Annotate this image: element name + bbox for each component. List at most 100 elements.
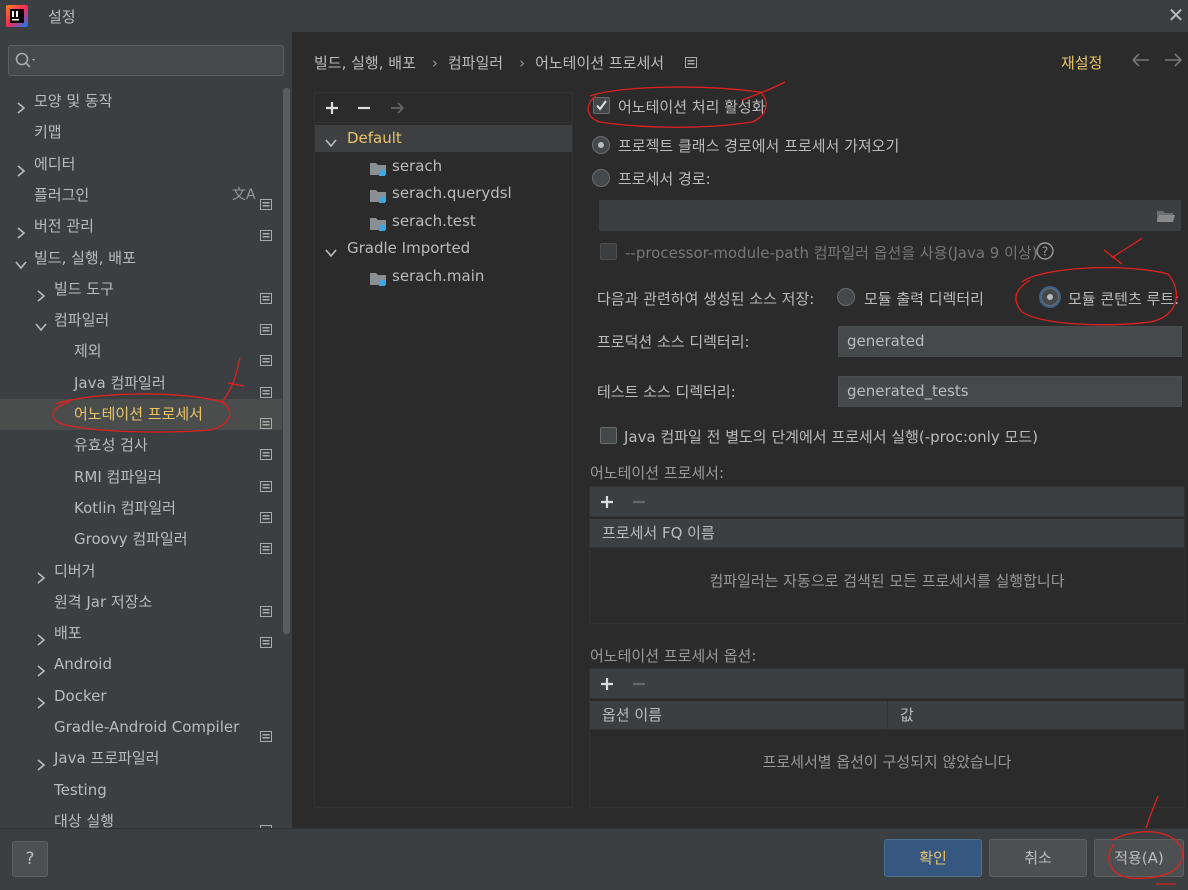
breadcrumb-item[interactable]: 빌드, 실행, 배포 xyxy=(314,54,416,72)
sidebar-item[interactable]: Gradle-Android Compiler xyxy=(0,712,282,743)
sidebar-item-label: Testing xyxy=(54,780,107,799)
processor-path-field[interactable] xyxy=(599,200,1181,231)
production-dir-field[interactable]: generated xyxy=(838,326,1182,357)
project-settings-icon xyxy=(260,503,272,523)
sidebar-item[interactable]: Java 프로파일러 xyxy=(0,743,282,774)
enable-processing-checkbox[interactable] xyxy=(593,97,610,114)
sidebar-item[interactable]: 에디터 xyxy=(0,149,282,180)
cancel-button[interactable]: 취소 xyxy=(989,839,1087,877)
sidebar-item[interactable]: Testing xyxy=(0,775,282,806)
processors-section-title: 어노테이션 프로세서: xyxy=(590,464,725,482)
sidebar-item-label: Java 프로파일러 xyxy=(54,749,160,768)
sidebar-item[interactable]: Groovy 컴파일러 xyxy=(0,524,282,555)
add-option-icon[interactable] xyxy=(599,676,615,692)
chevron-down-icon[interactable] xyxy=(324,242,338,258)
sidebar-item[interactable]: 원격 Jar 저장소 xyxy=(0,587,282,618)
remove-option-icon[interactable] xyxy=(631,676,647,692)
sidebar-item[interactable]: 플러그인 文A xyxy=(0,180,282,211)
store-module-output-radio[interactable] xyxy=(837,288,855,306)
breadcrumb-separator: › xyxy=(519,54,526,72)
chevron-down-icon[interactable] xyxy=(14,252,28,269)
chevron-down-icon[interactable] xyxy=(324,132,338,148)
back-arrow-icon[interactable] xyxy=(1130,50,1152,70)
chevron-right-icon[interactable] xyxy=(14,95,28,114)
module-label: serach xyxy=(392,156,443,175)
sidebar-item[interactable]: 배포 xyxy=(0,618,282,649)
sidebar-item[interactable]: 어노테이션 프로세서 xyxy=(0,399,282,430)
project-settings-icon xyxy=(260,221,272,242)
module-path-checkbox[interactable] xyxy=(600,243,617,260)
sidebar-item[interactable]: 빌드 도구 xyxy=(0,274,282,305)
module-row[interactable]: serach.querydsl xyxy=(315,180,572,207)
sidebar-item[interactable]: 컴파일러 xyxy=(0,305,282,336)
processors-empty-text: 컴파일러는 자동으로 검색된 모든 프로세서를 실행합니다 xyxy=(709,572,1065,590)
chevron-right-icon[interactable] xyxy=(34,658,48,678)
chevron-right-icon[interactable] xyxy=(34,565,48,584)
folder-open-icon[interactable] xyxy=(1156,208,1176,224)
translate-icon: 文A xyxy=(232,186,256,203)
sidebar-item[interactable]: 유효성 검사 xyxy=(0,430,282,461)
move-right-icon[interactable] xyxy=(389,100,405,116)
sidebar-item-label: Docker xyxy=(54,686,107,705)
project-settings-icon xyxy=(260,472,272,492)
chevron-right-icon[interactable] xyxy=(34,627,48,646)
sidebar-item[interactable]: Java 컴파일러 xyxy=(0,368,282,399)
module-group-row[interactable]: Default xyxy=(315,125,572,152)
store-sources-label: 다음과 관련하여 생성된 소스 저장: xyxy=(597,290,815,308)
remove-processor-icon[interactable] xyxy=(631,494,647,510)
forward-arrow-icon[interactable] xyxy=(1162,50,1184,70)
option-name-column-header[interactable]: 옵션 이름 xyxy=(590,701,888,730)
sidebar-item[interactable]: 키맵 xyxy=(0,117,282,148)
intellij-logo-icon xyxy=(6,5,28,27)
chevron-down-icon[interactable] xyxy=(34,314,48,332)
window-title: 설정 xyxy=(48,8,76,26)
module-group-row[interactable]: Gradle Imported xyxy=(315,235,572,262)
sidebar-item[interactable]: 버전 관리 xyxy=(0,211,282,242)
from-classpath-radio[interactable] xyxy=(592,136,610,154)
project-settings-icon xyxy=(260,284,272,304)
add-processor-icon[interactable] xyxy=(599,494,615,510)
sidebar-item[interactable]: RMI 컴파일러 xyxy=(0,462,282,493)
module-row[interactable]: serach.main xyxy=(315,263,572,290)
proc-only-checkbox[interactable] xyxy=(600,427,617,444)
sidebar-item[interactable]: 제외 xyxy=(0,336,282,367)
sidebar-item[interactable]: Kotlin 컴파일러 xyxy=(0,493,282,524)
project-settings-icon xyxy=(260,816,272,836)
module-folder-icon xyxy=(369,159,387,176)
chevron-right-icon[interactable] xyxy=(34,283,48,302)
sidebar-item[interactable]: 모양 및 동작 xyxy=(0,86,282,117)
sidebar-item[interactable]: Android xyxy=(0,649,282,680)
store-module-content-label: 모듈 콘텐츠 루트: xyxy=(1068,290,1180,308)
reset-link[interactable]: 재설정 xyxy=(1061,52,1102,73)
module-label: serach.querydsl xyxy=(392,184,512,202)
processor-path-radio[interactable] xyxy=(592,169,610,187)
processors-column-header[interactable]: 프로세서 FQ 이름 xyxy=(590,519,1184,548)
sidebar-item[interactable]: 빌드, 실행, 배포 xyxy=(0,243,282,274)
sidebar-item[interactable]: 디버거 xyxy=(0,556,282,587)
sidebar-item-label: Groovy 컴파일러 xyxy=(74,530,188,549)
apply-button[interactable]: 적용(A) xyxy=(1094,839,1184,877)
add-icon[interactable] xyxy=(324,100,340,116)
chevron-right-icon[interactable] xyxy=(34,752,48,771)
test-dir-field[interactable]: generated_tests xyxy=(838,376,1182,407)
close-icon[interactable]: ✕ xyxy=(1166,5,1186,25)
chevron-right-icon[interactable] xyxy=(14,158,28,177)
module-row[interactable]: serach xyxy=(315,153,572,180)
chevron-right-icon[interactable] xyxy=(34,690,48,709)
remove-icon[interactable] xyxy=(356,100,372,116)
sidebar-item-label: 배포 xyxy=(54,624,82,643)
search-input[interactable] xyxy=(8,45,284,76)
help-circle-icon[interactable]: ? xyxy=(1036,242,1054,260)
project-settings-icon xyxy=(260,597,272,617)
chevron-right-icon[interactable] xyxy=(14,220,28,239)
module-row[interactable]: serach.test xyxy=(315,208,572,235)
sidebar-scrollbar[interactable] xyxy=(283,88,290,634)
ok-button[interactable]: 확인 xyxy=(884,839,982,877)
module-path-label: --processor-module-path 컴파일러 옵션을 사용(Java… xyxy=(625,244,1038,262)
sidebar-item[interactable]: Docker xyxy=(0,681,282,712)
breadcrumb-item[interactable]: 컴파일러 xyxy=(448,54,503,72)
enable-processing-label: 어노테이션 처리 활성화 xyxy=(618,98,766,116)
option-value-column-header[interactable]: 값 xyxy=(888,701,1184,730)
help-button[interactable]: ? xyxy=(12,841,48,877)
store-module-content-radio[interactable] xyxy=(1041,288,1059,306)
